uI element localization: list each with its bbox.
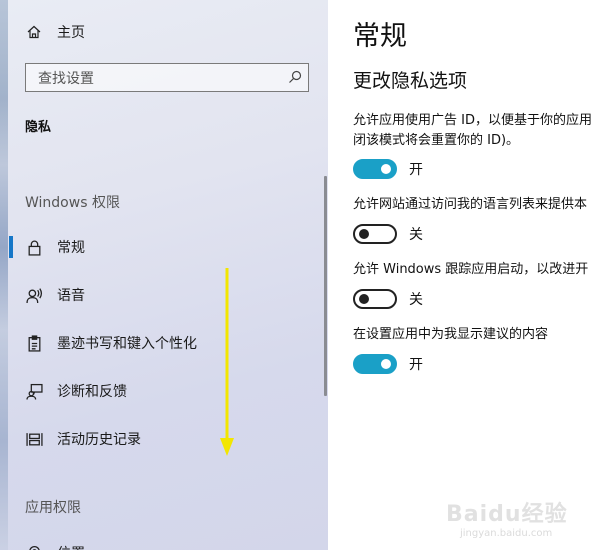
sidebar-item-inking-typing[interactable]: 墨迹书写和键入个性化 [0,326,300,360]
wallpaper-strip [0,0,8,550]
sidebar-item-label: 墨迹书写和键入个性化 [57,336,197,352]
clipboard-pen-icon [25,334,43,352]
speech-icon [25,286,43,304]
section-title-privacy: 隐私 [25,120,52,135]
sidebar-item-label: 活动历史记录 [57,432,141,448]
section-subtitle: 更改隐私选项 [353,70,468,92]
baidu-watermark: Baidu经验 jingyan.baidu.com [442,494,592,544]
feedback-person-icon [25,382,43,400]
sidebar-item-label: 常规 [57,240,85,256]
sidebar-item-label: 语音 [57,288,85,304]
setting-description-app-launch-tracking: 允许 Windows 跟踪应用启动，以改进开 [353,262,589,277]
annotation-arrow [220,268,234,456]
sidebar-item-activity-history[interactable]: 活动历史记录 [0,422,300,456]
advertising-id-toggle[interactable] [353,159,397,179]
toggle-state-label: 开 [409,162,423,178]
language-list-toggle[interactable] [353,224,397,244]
toggle-row-language-list: 关 [353,223,423,245]
sidebar: 主页 隐私 Windows 权限 常规 语音 墨迹书写和键入个性化 诊断和反馈 [0,0,328,550]
group-title-windows: Windows 权限 [25,195,120,211]
setting-description-advertising-id: 允许应用使用广告 ID，以便基于你的应用 闭该模式将会重置你的 ID)。 [353,113,592,148]
toggle-state-label: 关 [409,292,423,308]
home-label: 主页 [57,25,85,41]
main-content: 常规 更改隐私选项 允许应用使用广告 ID，以便基于你的应用 闭该模式将会重置你… [328,0,600,550]
sidebar-scrollbar[interactable] [324,176,327,396]
suggested-content-toggle[interactable] [353,354,397,374]
active-indicator [9,236,13,258]
search-input[interactable] [36,64,290,93]
sidebar-item-diagnostics[interactable]: 诊断和反馈 [0,374,300,408]
watermark-url: jingyan.baidu.com [460,528,553,539]
toggle-row-suggested-content: 开 [353,353,423,375]
search-box[interactable] [25,63,309,93]
page-title: 常规 [353,21,407,52]
toggle-row-advertising-id: 开 [353,158,423,180]
toggle-state-label: 开 [409,357,423,373]
timeline-icon [25,430,43,448]
sidebar-item-general[interactable]: 常规 [0,230,300,264]
setting-description-suggested-content: 在设置应用中为我显示建议的内容 [353,327,549,342]
watermark-brand: Baidu经验 [446,502,568,527]
sidebar-item-speech[interactable]: 语音 [0,278,300,312]
lock-icon [25,238,43,256]
home-icon [27,25,41,39]
toggle-state-label: 关 [409,227,423,243]
home-link[interactable]: 主页 [26,20,85,44]
location-icon [25,544,43,550]
sidebar-item-label: 诊断和反馈 [57,384,127,400]
sidebar-item-label: 位置 [57,543,85,550]
setting-description-language-list: 允许网站通过访问我的语言列表来提供本 [353,197,588,212]
toggle-row-app-launch-tracking: 关 [353,288,423,310]
group-title-apps: 应用权限 [25,500,81,516]
search-icon[interactable] [288,70,302,84]
app-launch-tracking-toggle[interactable] [353,289,397,309]
sidebar-item-location[interactable]: 位置 [0,536,300,550]
